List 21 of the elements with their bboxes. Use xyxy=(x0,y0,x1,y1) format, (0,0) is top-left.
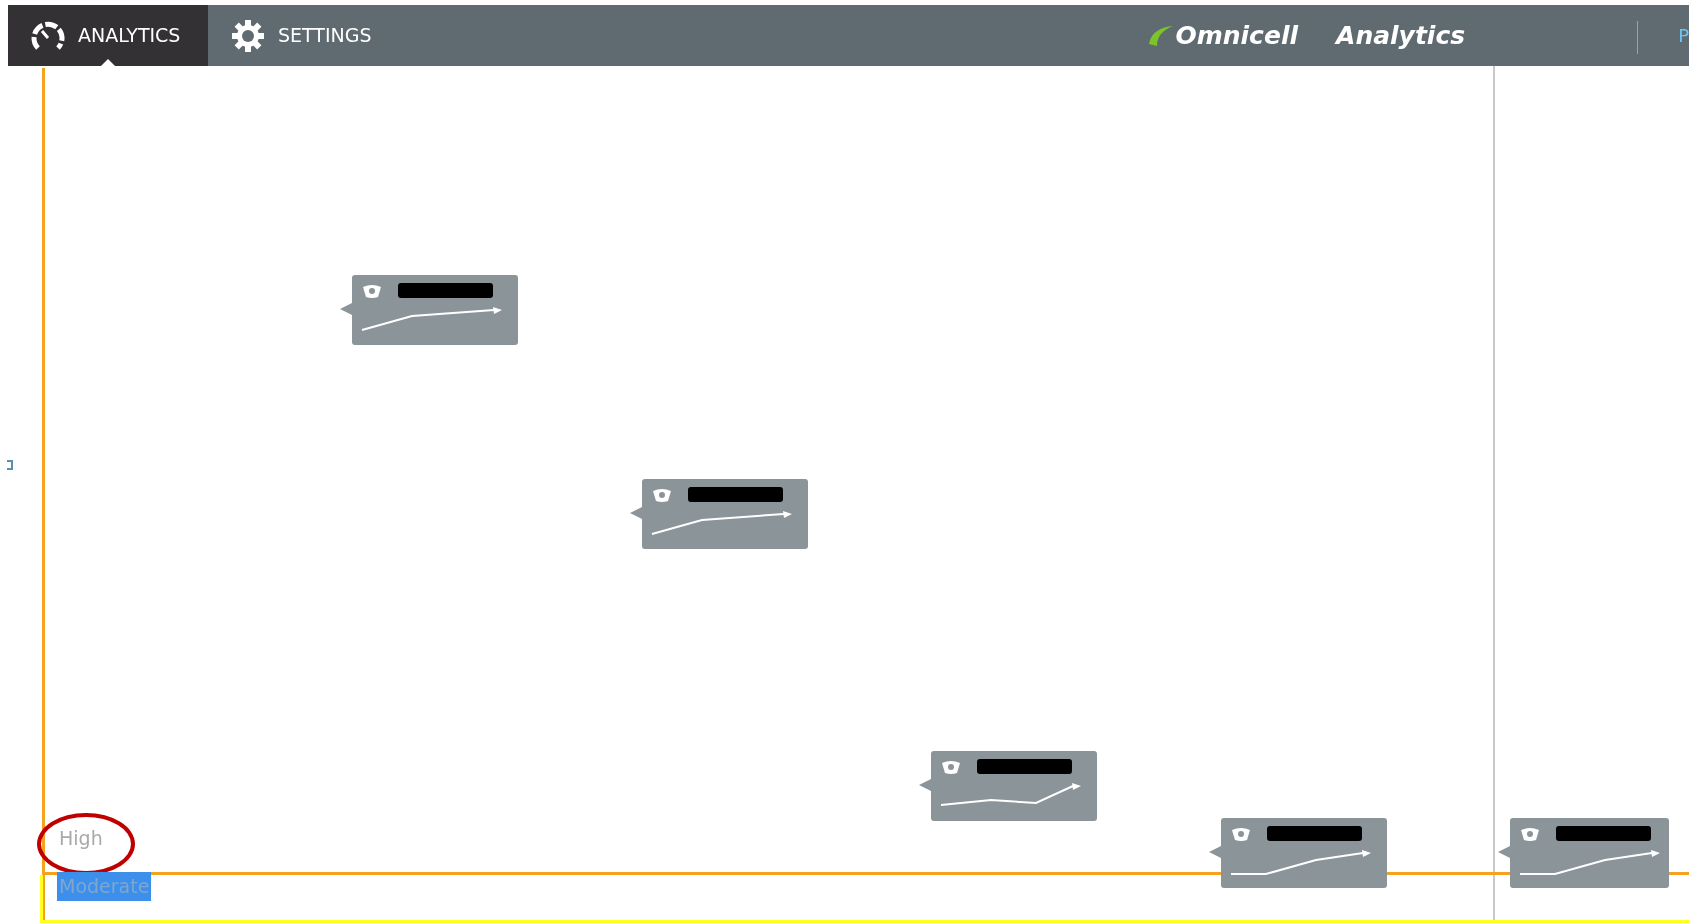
nav-tab[interactable]: ANALYTICS xyxy=(8,5,208,66)
metric-tile[interactable] xyxy=(919,751,1097,821)
pills-icon xyxy=(651,487,673,503)
metric-tile[interactable] xyxy=(1498,818,1669,888)
gear-icon xyxy=(230,17,266,54)
pills-icon xyxy=(1519,826,1541,842)
level-label: Moderate xyxy=(57,872,152,901)
menu-link[interactable]: P xyxy=(1678,5,1689,66)
brand-name: Omnicell xyxy=(1175,19,1299,52)
nav-tab[interactable]: SETTINGS xyxy=(208,5,394,66)
pills-icon xyxy=(361,283,383,299)
pills-icon xyxy=(1230,826,1252,842)
swoosh-icon xyxy=(1147,23,1174,48)
product-name: Analytics xyxy=(1336,19,1466,52)
level-label: High xyxy=(58,826,104,851)
metric-tile[interactable] xyxy=(1209,818,1387,888)
gauge-icon xyxy=(30,19,66,52)
metric-tile[interactable] xyxy=(340,275,518,345)
bracket-icon xyxy=(7,460,13,470)
metric-tile[interactable] xyxy=(630,479,808,549)
pills-icon xyxy=(940,759,962,775)
